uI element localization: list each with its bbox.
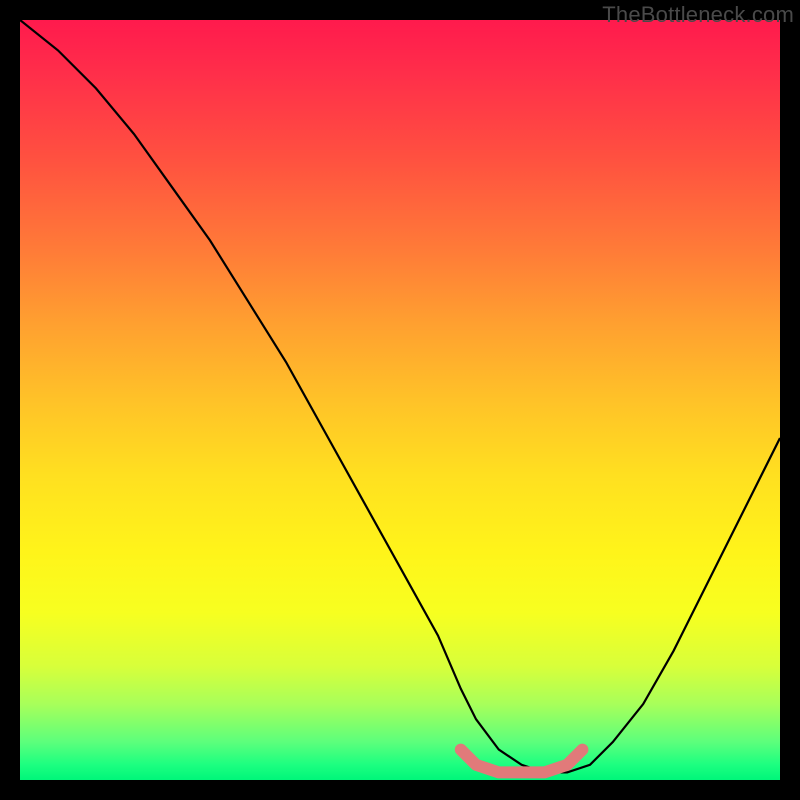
- black-curve: [20, 20, 780, 772]
- plot-area: [20, 20, 780, 780]
- watermark-text: TheBottleneck.com: [602, 2, 794, 28]
- pink-highlight: [461, 750, 583, 773]
- curve-svg: [20, 20, 780, 780]
- chart-frame: TheBottleneck.com: [0, 0, 800, 800]
